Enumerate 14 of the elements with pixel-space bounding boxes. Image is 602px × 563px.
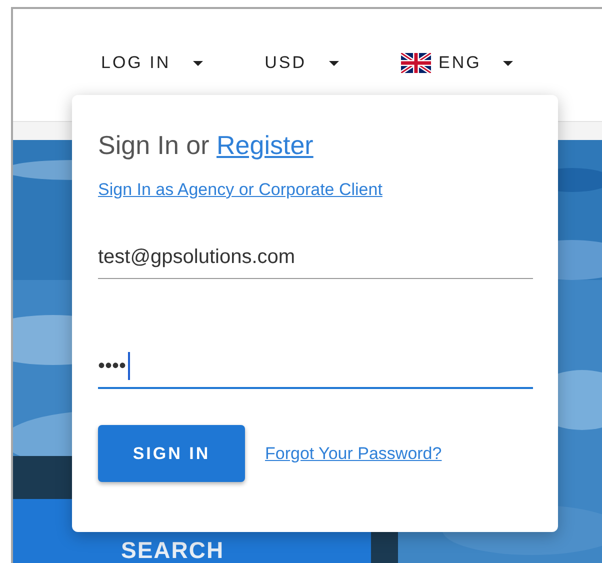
caret-icon [328, 60, 339, 66]
forgot-password-link[interactable]: Forgot Your Password? [265, 444, 442, 464]
menu-dropdown[interactable]: LOG IN [101, 53, 203, 73]
flag-icon [400, 53, 431, 73]
email-field[interactable]: test@gpsolutions.com [98, 236, 533, 279]
agency-sign-in-link[interactable]: Sign In as Agency or Corporate Client [98, 180, 382, 200]
caret-icon [192, 60, 203, 66]
sign-in-button[interactable]: SIGN IN [98, 425, 245, 482]
menu-dropdown[interactable]: USD [264, 53, 339, 73]
register-link[interactable]: Register [216, 130, 314, 160]
menu-dropdown[interactable]: ENG [400, 53, 514, 73]
password-field[interactable]: •••• [98, 345, 533, 389]
caret-icon [503, 60, 514, 66]
popup-title: Sign In or Register [98, 129, 314, 162]
